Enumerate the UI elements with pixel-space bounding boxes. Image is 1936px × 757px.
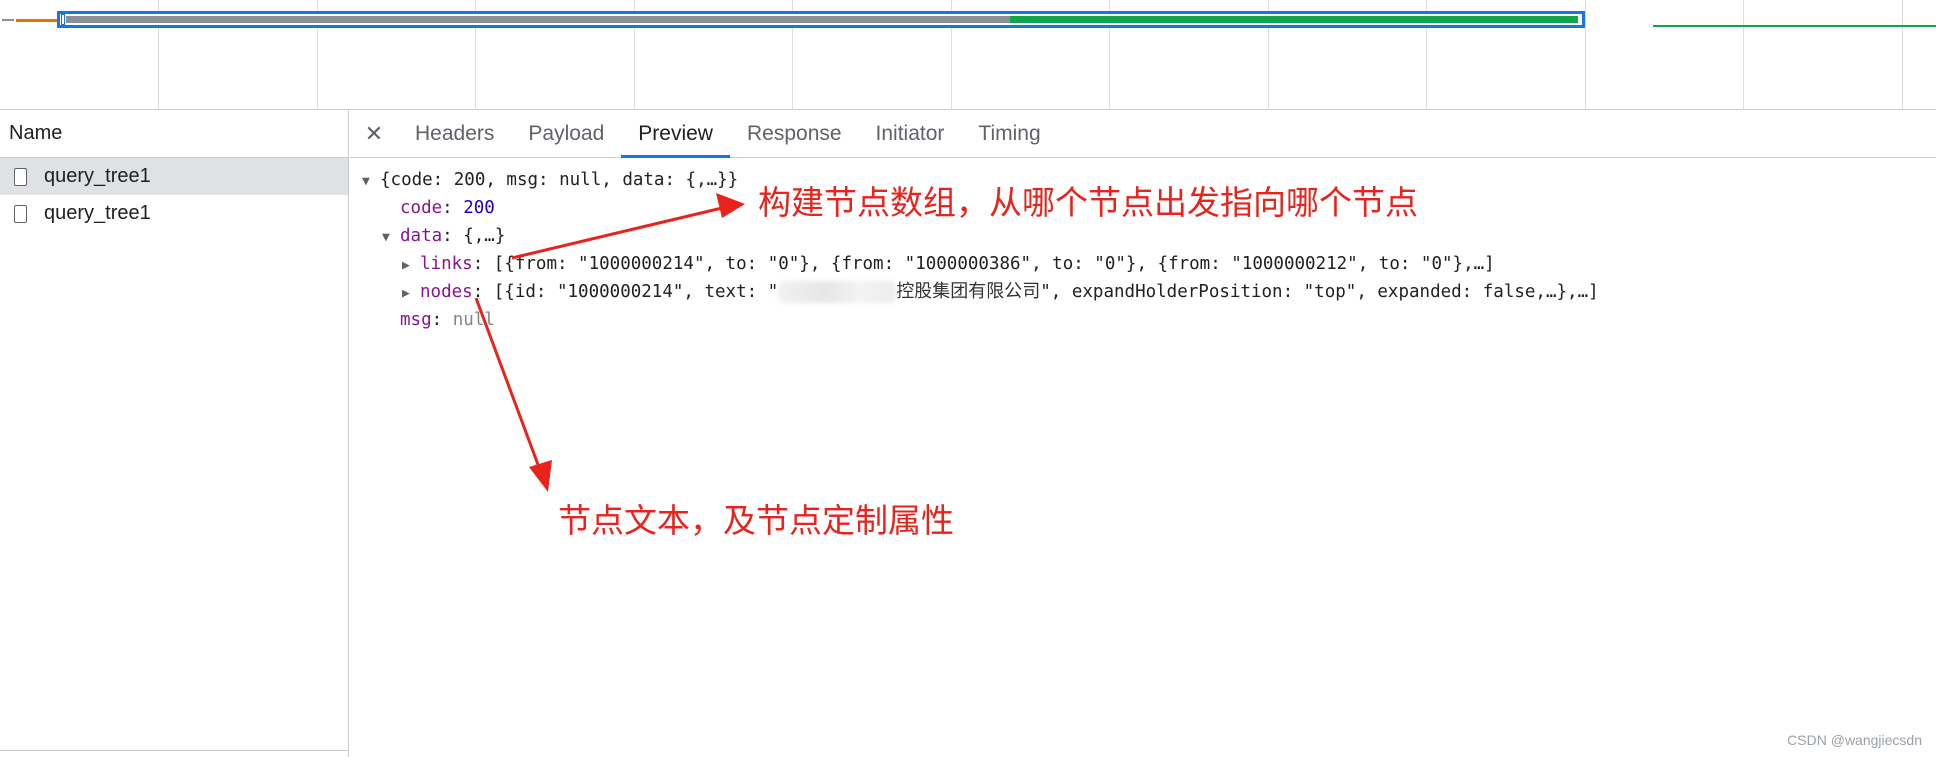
tree-nodes-row[interactable]: ▶ nodes: [{id: "1000000214", text: " 控股集团有… [402,280,1599,306]
redacted-text [778,281,897,303]
document-icon [14,167,27,186]
code-value: 200 [463,198,495,218]
json-preview-tree: ▼ {code: 200, msg: null, data: {,…}} code… [350,158,1936,757]
root-summary: {code: 200, msg: null, data: {,…}} [380,170,739,190]
nodes-value-prefix: [{id: "1000000214", text: " [493,282,779,302]
close-icon[interactable]: ✕ [360,110,388,157]
data-key: data [400,226,443,246]
request-name: query_tree1 [44,202,151,224]
tree-data-row[interactable]: ▼ data: {,…} [382,224,505,250]
nodes-key: nodes [420,282,473,302]
expanded-triangle-icon[interactable]: ▼ [362,170,380,194]
request-row[interactable]: query_tree1 [0,195,348,232]
timeline-waiting-bar [66,16,1010,23]
timeline-grid-line [1902,0,1903,110]
timeline-grid-line [1743,0,1744,110]
nodes-value-suffix: ", expandHolderPosition: "top", expanded… [1040,282,1599,302]
annotation-links-label: 构建节点数组，从哪个节点出发指向哪个节点 [758,183,1418,222]
network-timeline-overview[interactable] [0,0,1936,110]
timeline-stub [2,19,14,21]
divider [0,750,348,751]
request-name: query_tree1 [44,165,151,187]
timeline-selected-request[interactable] [57,11,1585,28]
timeline-orange-bar [16,19,58,22]
tab-timing[interactable]: Timing [961,110,1057,157]
tree-links-row[interactable]: ▶ links: [{from: "1000000214", to: "0"}, … [402,252,1495,278]
tab-headers[interactable]: Headers [398,110,511,157]
links-value: [{from: "1000000214", to: "0"}, {from: "… [493,254,1495,274]
collapsed-triangle-icon[interactable]: ▶ [402,254,420,278]
nodes-text-visible: 控股集团有限公司 [896,281,1041,302]
request-row[interactable]: query_tree1 [0,158,348,195]
watermark: CSDN @wangjiecsdn [1787,732,1922,748]
data-summary: {,…} [463,226,506,246]
tree-msg-row: msg: null [400,310,495,330]
annotation-nodes-label: 节点文本，及节点定制属性 [558,501,954,540]
tree-root-row[interactable]: ▼ {code: 200, msg: null, data: {,…}} [362,168,738,194]
document-icon [14,204,27,223]
timeline-second-request [1653,25,1936,27]
tree-code-row: code: 200 [400,198,495,218]
tab-preview[interactable]: Preview [621,110,730,158]
expanded-triangle-icon[interactable]: ▼ [382,226,400,250]
tab-response[interactable]: Response [730,110,859,157]
timeline-grid-line [1585,0,1586,110]
tab-initiator[interactable]: Initiator [859,110,962,157]
details-tab-bar: ✕ Headers Payload Preview Response Initi… [350,110,1936,158]
msg-value: null [452,310,495,330]
links-key: links [420,254,473,274]
request-list-pane: Name query_tree1 query_tree1 [0,110,349,757]
name-column-header[interactable]: Name [0,110,348,158]
timeline-handle[interactable] [61,14,65,25]
collapsed-triangle-icon[interactable]: ▶ [402,282,420,306]
msg-key: msg [400,310,432,330]
timeline-download-bar [1010,16,1578,23]
tab-payload[interactable]: Payload [511,110,621,157]
code-key: code [400,198,443,218]
